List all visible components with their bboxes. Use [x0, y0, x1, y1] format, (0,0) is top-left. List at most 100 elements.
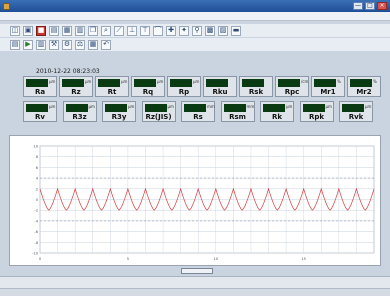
param-rvk: μm Rvk [339, 101, 373, 122]
y-tick-label: 6 [36, 166, 39, 170]
open-icon[interactable]: ◫ [10, 25, 20, 36]
window-controls: — □ × [353, 2, 387, 10]
param-rsm: mm Rsm [220, 101, 255, 122]
param-value [184, 104, 206, 112]
profile-chart: -10 -8 -6 -4 -2 0 2 4 6 8 10 0 5 10 15 [32, 145, 375, 261]
param-label: Rsm [229, 113, 246, 121]
param-mr2: % Mr2 [347, 76, 381, 97]
probe-icon[interactable]: ⟋ [114, 25, 124, 36]
param-label: Rsk [248, 88, 264, 96]
param-rsk: Rsk [239, 76, 273, 97]
record-icon[interactable]: ▤ [10, 39, 20, 50]
param-rz: μm Rz [59, 76, 93, 97]
param-unit: μm [49, 104, 56, 109]
param-value [26, 79, 48, 87]
param-rpk: μm Rpk [299, 101, 334, 122]
y-tick-label: 8 [36, 155, 39, 159]
param-value [342, 104, 364, 112]
param-label: Rp [178, 88, 190, 96]
y-tick-label: 2 [36, 187, 38, 191]
param-unit: μm [193, 79, 200, 84]
grid-icon[interactable]: ▩ [205, 25, 215, 36]
page-icon[interactable]: ▤ [49, 25, 59, 36]
param-unit: % [373, 79, 377, 84]
param-unit: /cm [301, 79, 309, 84]
chart-control-button[interactable] [181, 268, 213, 274]
param-rk: μm Rk [260, 101, 294, 122]
param-unit: μm [157, 79, 164, 84]
param-rs: mm Rs [181, 101, 215, 122]
trace-icon[interactable]: ⌒ [153, 25, 163, 36]
chart-icon[interactable]: ▥ [36, 39, 46, 50]
param-unit: μm [365, 104, 372, 109]
param-value [134, 79, 156, 87]
param-label: R3y [111, 113, 127, 121]
param-label: Rz(JIS) [145, 113, 172, 121]
param-unit: μm [128, 104, 135, 109]
y-tick-label: -2 [34, 209, 38, 213]
print-icon[interactable]: ▦ [62, 25, 72, 36]
undo-icon[interactable]: ↶ [101, 39, 111, 50]
display-icon[interactable]: ▬ [231, 25, 241, 36]
close-button[interactable]: × [377, 2, 387, 10]
param-label: R3z [72, 113, 87, 121]
param-mr1: % Mr1 [311, 76, 345, 97]
calibrate-icon[interactable]: ⚖ [75, 39, 85, 50]
param-unit: % [337, 79, 341, 84]
play-icon[interactable]: ▶ [23, 39, 33, 50]
param-label: Rv [35, 113, 45, 121]
param-label: Mr2 [356, 88, 372, 96]
param-rv: μm Rv [23, 101, 57, 122]
param-rzjis: μm Rz(JIS) [141, 101, 176, 122]
cross-icon[interactable]: ✦ [179, 25, 189, 36]
param-value [65, 104, 88, 112]
minimize-button[interactable]: — [353, 2, 363, 10]
tool-icon[interactable]: ⚒ [49, 39, 59, 50]
copy-icon[interactable]: ❐ [88, 25, 98, 36]
status-bar-bottom [0, 288, 390, 296]
zoom-icon[interactable]: ⌕ [101, 25, 111, 36]
preview-icon[interactable]: ▥ [75, 25, 85, 36]
stop-icon[interactable]: ■ [36, 25, 46, 36]
param-ra: μm Ra [23, 76, 57, 97]
toolbar-secondary: ▤ ▶ ▥ ⚒ ⚙ ⚖ ▦ ↶ [0, 38, 390, 51]
y-tick-label: -8 [34, 241, 38, 245]
param-value [302, 104, 325, 112]
param-value [170, 79, 192, 87]
param-label: Rpk [308, 113, 325, 121]
x-tick-label: 0 [39, 257, 42, 261]
maximize-button[interactable]: □ [365, 2, 375, 10]
level-icon[interactable]: ⊤ [140, 25, 150, 36]
measure-icon[interactable]: ⊥ [127, 25, 137, 36]
add-icon[interactable]: ✚ [166, 25, 176, 36]
param-value [314, 79, 336, 87]
save-icon[interactable]: ▣ [23, 25, 33, 36]
filter-icon[interactable]: ▦ [88, 39, 98, 50]
param-label: Rku [212, 88, 228, 96]
param-rpc: /cm Rpc [275, 76, 309, 97]
settings-icon[interactable]: ⚙ [62, 39, 72, 50]
param-unit: μm [325, 104, 332, 109]
title-bar: — □ × [0, 0, 390, 12]
menu-bar [0, 12, 390, 21]
param-unit: mm [246, 104, 255, 109]
param-value [242, 79, 264, 87]
param-rq: μm Rq [131, 76, 165, 97]
y-tick-label: -10 [32, 252, 39, 256]
param-value [206, 79, 228, 87]
param-label: Rz [71, 88, 81, 96]
param-value [263, 104, 285, 112]
y-tick-label: 4 [36, 177, 39, 181]
toolbar-primary: ◫ ▣ ■ ▤ ▦ ▥ ❐ ⌕ ⟋ ⊥ ⊤ ⌒ ✚ ✦ ⚲ ▩ ▨ ▬ [0, 24, 390, 37]
param-label: Rvk [348, 113, 364, 121]
x-tick-label: 15 [301, 257, 306, 261]
param-unit: μm [49, 79, 56, 84]
param-label: Rq [142, 88, 154, 96]
image-icon[interactable]: ▨ [218, 25, 228, 36]
search-icon[interactable]: ⚲ [192, 25, 202, 36]
param-unit: μm [85, 79, 92, 84]
param-unit: μm [286, 104, 293, 109]
param-label: Rpc [284, 88, 300, 96]
param-rku: Rku [203, 76, 237, 97]
param-value [223, 104, 246, 112]
